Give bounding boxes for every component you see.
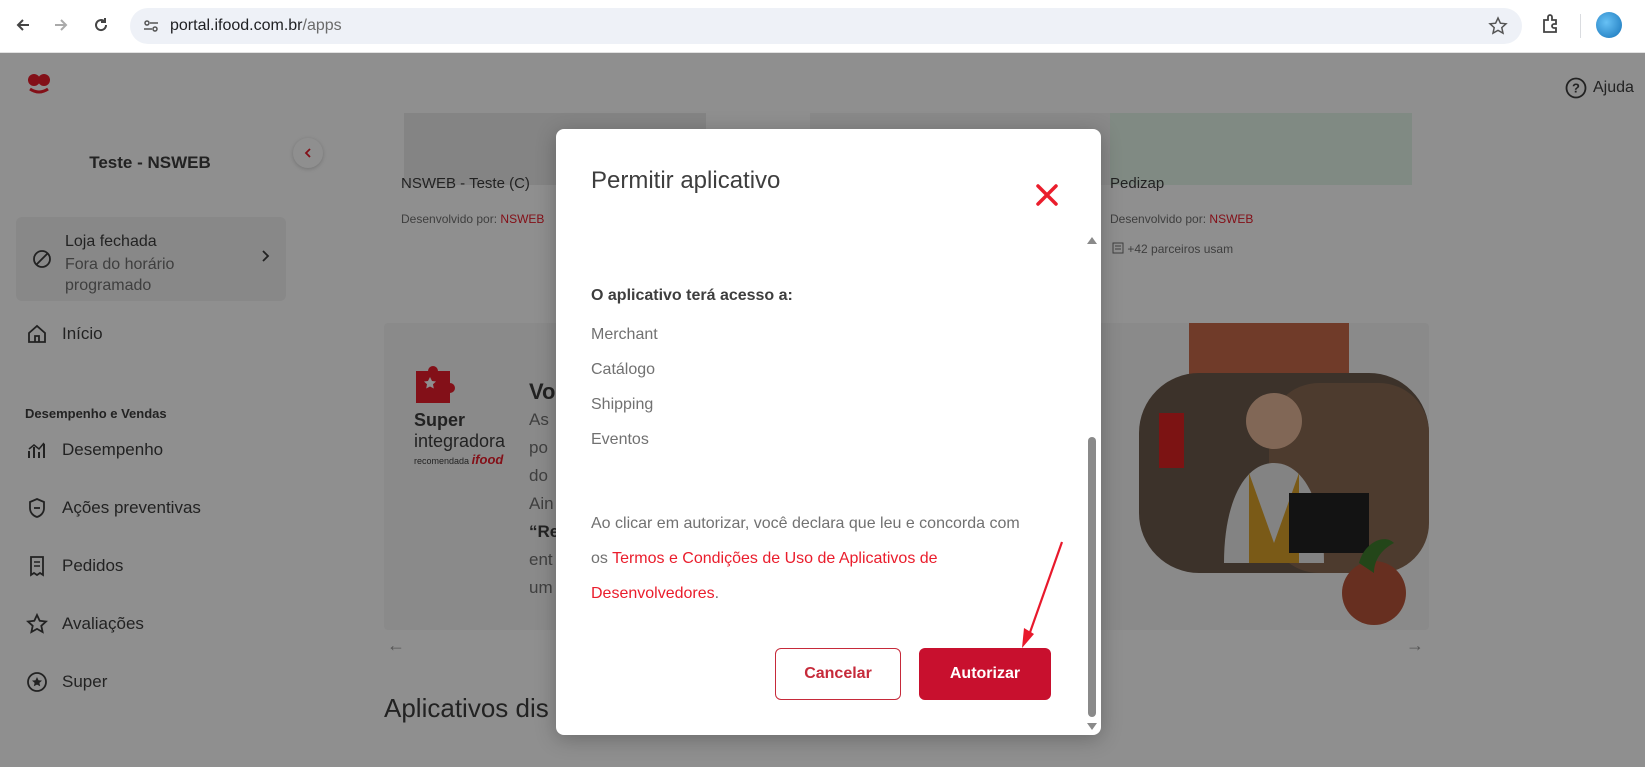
scrollbar-thumb[interactable] <box>1088 437 1096 717</box>
url-path: /apps <box>302 17 342 34</box>
authorize-button[interactable]: Autorizar <box>919 648 1051 700</box>
permission-item: Catálogo <box>591 361 656 378</box>
back-icon[interactable] <box>8 10 38 40</box>
site-settings-icon[interactable] <box>142 17 160 40</box>
cancel-button[interactable]: Cancelar <box>775 648 901 700</box>
scroll-down-arrow-icon[interactable] <box>1087 723 1097 730</box>
modal-scrollbar[interactable] <box>1087 237 1097 730</box>
address-bar[interactable]: portal.ifood.com.br/apps <box>130 8 1522 44</box>
access-heading: O aplicativo terá acesso a: <box>591 287 793 304</box>
terms-link[interactable]: Termos e Condições de Uso de Aplicativos… <box>591 550 938 602</box>
scroll-up-arrow-icon[interactable] <box>1087 237 1097 244</box>
reload-icon[interactable] <box>86 10 116 40</box>
close-icon[interactable] <box>1034 182 1060 208</box>
browser-toolbar: portal.ifood.com.br/apps <box>0 0 1645 53</box>
forward-icon[interactable] <box>46 10 76 40</box>
permission-item: Shipping <box>591 396 654 413</box>
url-host: portal.ifood.com.br <box>170 17 303 34</box>
extensions-icon[interactable] <box>1539 12 1563 41</box>
terms-text: Ao clicar em autorizar, você declara que… <box>591 506 1031 611</box>
terms-suffix: . <box>714 585 720 602</box>
bookmark-star-icon[interactable] <box>1488 16 1508 41</box>
toolbar-divider <box>1580 14 1581 38</box>
modal-title: Permitir aplicativo <box>591 167 781 194</box>
permit-app-modal: Permitir aplicativo O aplicativo terá ac… <box>556 129 1101 735</box>
url-text: portal.ifood.com.br/apps <box>170 17 342 35</box>
profile-avatar[interactable] <box>1596 12 1622 38</box>
permission-item: Eventos <box>591 431 649 448</box>
permission-item: Merchant <box>591 326 658 343</box>
